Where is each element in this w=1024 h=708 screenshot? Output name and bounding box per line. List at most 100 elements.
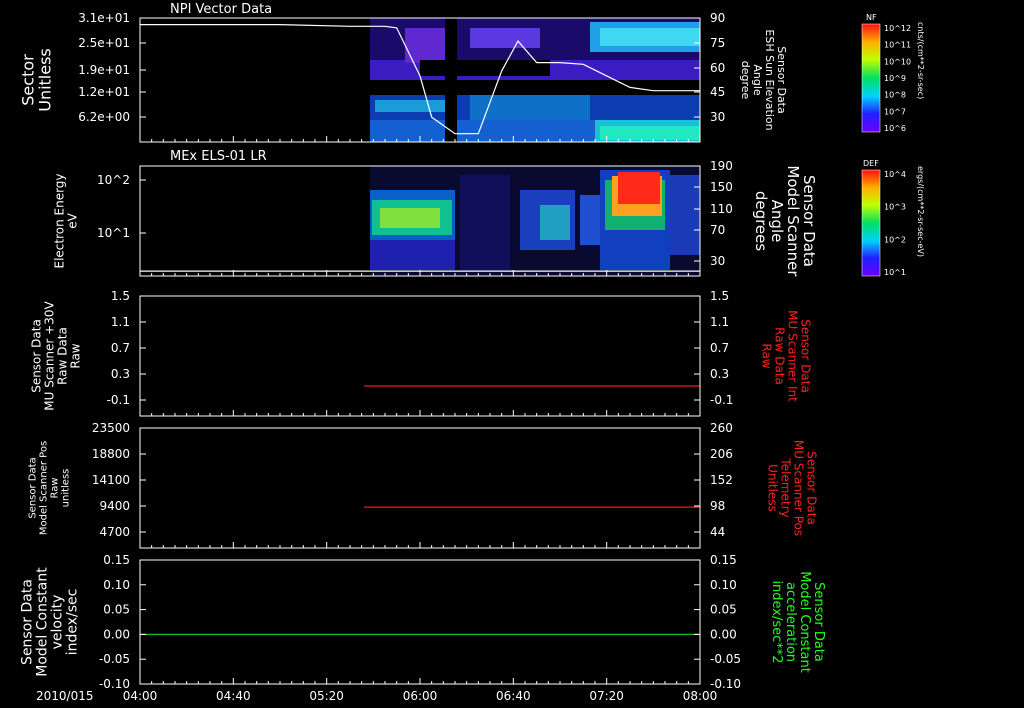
- y2-axis-label: acceleration: [783, 582, 798, 662]
- x-tick-label: 05:20: [309, 689, 344, 703]
- y-tick-label: 10^2: [97, 173, 130, 187]
- colorbar-tick-label: 10^6: [884, 124, 906, 133]
- y2-tick-label: -0.05: [710, 652, 741, 666]
- plot-frame: [139, 295, 701, 417]
- y2-tick-label: 0.3: [710, 367, 729, 381]
- x-tick-label: 04:00: [123, 689, 158, 703]
- y2-tick-label: 260: [710, 421, 733, 435]
- y2-tick-label: 0.00: [710, 627, 737, 641]
- x-tick-label: 07:20: [589, 689, 624, 703]
- y2-tick-label: 1.1: [710, 315, 729, 329]
- y-tick-label: 2.5e+01: [78, 36, 130, 50]
- y2-axis-label: MU Scanner Pos: [792, 440, 806, 536]
- y2-tick-label: 150: [710, 180, 733, 194]
- y-axis-label: Model Scanner Pos: [39, 441, 50, 535]
- y2-tick-label: 44: [710, 525, 725, 539]
- y2-axis-label: degree: [739, 61, 752, 100]
- y-tick-label: 4700: [99, 525, 130, 539]
- y2-tick-label: 190: [710, 159, 733, 173]
- y-tick-label: 1.9e+01: [78, 63, 130, 77]
- npi-spectrogram: [370, 18, 700, 142]
- colorbar-tick-label: 10^3: [884, 203, 906, 212]
- colorbar-tick-label: 10^1: [884, 268, 906, 277]
- colorbar-tick-label: 10^12: [884, 24, 911, 33]
- y-axis-label: velocity: [50, 595, 66, 650]
- panel-model-constant: [139, 559, 701, 685]
- y-tick-label: 0.3: [111, 367, 130, 381]
- plot-frame: [139, 559, 701, 685]
- els-spectrogram: [370, 166, 700, 276]
- colorbar-nf-title: NF: [866, 13, 877, 22]
- y2-axis-label: Sensor Data: [799, 319, 813, 393]
- y2-axis-label: Raw Data: [773, 327, 787, 385]
- y-tick-label: 1.1: [111, 315, 130, 329]
- y-axis-label: Unitless: [36, 48, 55, 112]
- y-tick-label: -0.1: [107, 393, 130, 407]
- y-tick-label: 1.5: [111, 289, 130, 303]
- y2-tick-label: 0.7: [710, 341, 729, 355]
- x-tick-label: 06:40: [496, 689, 531, 703]
- y-tick-label: 1.2e+01: [78, 85, 130, 99]
- y-axis-label: index/sec: [65, 589, 81, 656]
- plot-canvas: NPI Vector Data MEx ELS-01 LR 3.1e+012.5…: [19, 2, 926, 703]
- y2-tick-label: 152: [710, 473, 733, 487]
- colorbar-tick-label: 10^2: [884, 235, 906, 244]
- y-tick-label: 14100: [92, 473, 130, 487]
- y2-tick-label: 60: [710, 61, 725, 75]
- y-axis-label: Raw Data: [56, 327, 70, 385]
- panel-model-scanner-pos: [139, 427, 701, 549]
- y-axis-label: MU Scanner +30V: [43, 301, 57, 411]
- panel-title-npi: NPI Vector Data: [170, 2, 272, 17]
- plot-frame: [139, 427, 701, 549]
- y-tick-label: 0.15: [103, 553, 130, 567]
- y-tick-label: 3.1e+01: [78, 11, 130, 25]
- x-tick-label: 04:40: [216, 689, 251, 703]
- y-axis-label: Electron Energy: [53, 173, 67, 268]
- colorbar-tick-label: 10^4: [884, 170, 906, 179]
- colorbar-tick-label: 10^8: [884, 91, 906, 100]
- colorbar-nf-units: cnts/(cm**2-sr-sec): [916, 22, 925, 99]
- y2-axis-label: Raw: [760, 343, 774, 368]
- colorbar-def-title: DEF: [863, 159, 879, 168]
- panel-mu-scanner-30v: [139, 295, 701, 417]
- y2-tick-label: 0.05: [710, 603, 737, 617]
- y-axis-label: Sensor Data: [20, 579, 36, 665]
- y2-axis-label: degrees: [752, 191, 770, 252]
- y2-tick-label: 98: [710, 499, 725, 513]
- y-axis-label: eV: [66, 212, 80, 228]
- colorbar-def: DEF ergs/(cm**2-sr-sec-eV) 10^4 10^3 10^2 1…: [861, 159, 925, 277]
- y2-tick-label: 75: [710, 36, 725, 50]
- y-tick-label: 10^1: [97, 226, 130, 240]
- y-tick-label: 6.2e+00: [78, 110, 130, 124]
- y-axis-label: Raw: [69, 343, 83, 368]
- colorbar-tick-label: 10^11: [884, 41, 911, 50]
- y2-axis-label: Model Constant: [797, 571, 812, 673]
- y2-tick-label: 90: [710, 11, 725, 25]
- y2-tick-label: 0.15: [710, 553, 737, 567]
- y2-tick-label: 1.5: [710, 289, 729, 303]
- y-tick-label: -0.05: [99, 652, 130, 666]
- colorbar-tick-label: 10^9: [884, 74, 906, 83]
- panel-title-mex: MEx ELS-01 LR: [170, 149, 267, 164]
- colorbar-tick-label: 10^10: [884, 57, 911, 66]
- y2-axis-label: index/sec**2: [769, 580, 784, 663]
- y2-tick-label: 45: [710, 85, 725, 99]
- date-label: 2010/015: [36, 689, 94, 703]
- y-tick-label: 0.7: [111, 341, 130, 355]
- y-axis-label: Sensor Data: [28, 457, 39, 518]
- y-tick-label: 0.10: [103, 578, 130, 592]
- y-tick-label: 23500: [92, 421, 130, 435]
- y-tick-label: 18800: [92, 447, 130, 461]
- y-tick-label: 9400: [99, 499, 130, 513]
- y2-axis-label: Sensor Data: [811, 582, 826, 662]
- y-axis-label: Sensor Data: [30, 319, 44, 393]
- y2-tick-label: 0.10: [710, 578, 737, 592]
- y2-tick-label: 206: [710, 447, 733, 461]
- x-tick-label: 08:00: [683, 689, 718, 703]
- y2-tick-label: 30: [710, 254, 725, 268]
- colorbar-nf: NF cnts/(cm**2-sr-sec) 10^12 10^11 10^10 10…: [861, 13, 925, 133]
- y2-tick-label: 110: [710, 202, 733, 216]
- y-axis-label: unitless: [61, 469, 72, 508]
- y2-tick-label: 30: [710, 110, 725, 124]
- y2-axis-label: Sensor Data: [805, 451, 819, 525]
